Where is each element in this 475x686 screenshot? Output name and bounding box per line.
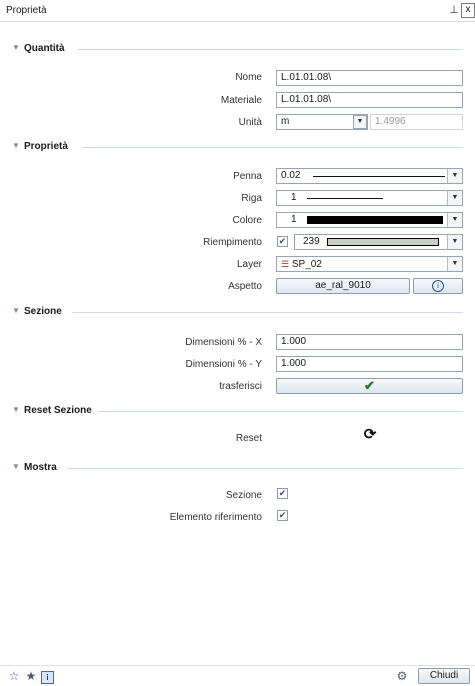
color-swatch <box>307 216 443 224</box>
section-sezione[interactable]: ▼ Sezione <box>0 305 475 319</box>
section-divider <box>78 49 463 50</box>
unita-label: Unità <box>238 117 262 128</box>
section-divider <box>68 468 463 469</box>
materiale-field[interactable]: L.01.01.08\ <box>276 92 463 108</box>
layer-label: Layer <box>236 259 262 270</box>
bottom-toolbar: ☆ ★ i ⚙ Chiudi <box>0 665 475 686</box>
fill-color-swatch <box>327 238 439 246</box>
reset-icon[interactable]: ⟳ <box>362 427 378 443</box>
line-style-sample <box>307 198 383 199</box>
section-reset-sezione[interactable]: ▼ Reset Sezione <box>0 404 475 418</box>
window-title: Proprietà <box>6 5 47 16</box>
penna-value: 0.02 <box>281 170 301 181</box>
layer-combo[interactable]: ☰ SP_02 ▼ <box>276 256 463 272</box>
aspetto-info-button[interactable]: i <box>413 278 463 294</box>
aspetto-label: Aspetto <box>228 281 262 292</box>
title-bar: Proprietà ⊥ x <box>0 0 475 22</box>
info-panel-icon[interactable]: i <box>41 671 54 684</box>
dimx-label: Dimensioni % - X <box>185 337 262 348</box>
dimy-field[interactable]: 1.000 <box>276 356 463 372</box>
colore-combo[interactable]: 1 ▼ <box>276 212 463 228</box>
riga-value: 1 <box>291 192 297 203</box>
penna-label: Penna <box>233 171 262 182</box>
section-mostra[interactable]: ▼ Mostra <box>0 461 475 475</box>
materiale-label: Materiale <box>220 95 262 106</box>
close-icon[interactable]: x <box>461 3 475 18</box>
mostra-sezione-checkbox[interactable]: ✔ <box>277 488 288 499</box>
chevron-down-icon[interactable]: ▼ <box>447 169 462 183</box>
nome-label: Nome <box>235 72 262 83</box>
favorites-open-icon[interactable]: ☆ <box>7 669 21 683</box>
chevron-down-icon[interactable]: ▼ <box>12 141 20 150</box>
mostra-sezione-label: Sezione <box>225 490 262 501</box>
elemento-riferimento-label: Elemento riferimento <box>169 512 262 523</box>
trasferisci-label: trasferisci <box>219 381 262 392</box>
favorites-save-icon[interactable]: ★ <box>24 669 38 683</box>
aspetto-button[interactable]: ae_ral_9010 <box>276 278 410 294</box>
riempimento-combo[interactable]: 239 ▼ <box>294 234 463 250</box>
layer-icon: ☰ <box>281 259 290 269</box>
layer-value: SP_02 <box>291 259 322 270</box>
riempimento-value: 239 <box>303 236 320 247</box>
section-label: Sezione <box>24 306 62 317</box>
penna-combo[interactable]: 0.02 ▼ <box>276 168 463 184</box>
pin-icon[interactable]: ⊥ <box>448 3 460 17</box>
chevron-down-icon[interactable]: ▼ <box>12 405 20 414</box>
checkmark-icon: ✔ <box>364 378 375 393</box>
chevron-down-icon[interactable]: ▼ <box>447 191 462 205</box>
riga-combo[interactable]: 1 ▼ <box>276 190 463 206</box>
section-label: Proprietà <box>24 141 68 152</box>
riga-label: Riga <box>241 193 262 204</box>
unita-readonly-value: 1.4996 <box>370 114 463 130</box>
section-label: Reset Sezione <box>24 405 92 416</box>
chevron-down-icon[interactable]: ▼ <box>447 213 462 227</box>
colore-label: Colore <box>232 215 262 226</box>
dimy-label: Dimensioni % - Y <box>185 359 262 370</box>
section-label: Quantità <box>24 43 65 54</box>
section-quantita[interactable]: ▼ Quantità <box>0 42 475 56</box>
elemento-riferimento-checkbox[interactable]: ✔ <box>277 510 288 521</box>
chevron-down-icon[interactable]: ▼ <box>447 235 462 249</box>
chevron-down-icon[interactable]: ▼ <box>12 306 20 315</box>
info-icon: i <box>432 280 444 292</box>
pen-line-sample <box>313 176 445 177</box>
reset-label: Reset <box>235 433 262 444</box>
chevron-down-icon[interactable]: ▼ <box>12 43 20 52</box>
gear-icon[interactable]: ⚙ <box>395 669 409 683</box>
section-divider <box>98 411 463 412</box>
unita-value: m <box>281 116 290 127</box>
riempimento-checkbox[interactable]: ✔ <box>277 236 288 247</box>
chevron-down-icon[interactable]: ▼ <box>12 462 20 471</box>
riempimento-label: Riempimento <box>203 237 262 248</box>
section-divider <box>72 312 463 313</box>
trasferisci-button[interactable]: ✔ <box>276 378 463 394</box>
section-proprieta[interactable]: ▼ Proprietà <box>0 140 475 154</box>
chevron-down-icon[interactable]: ▼ <box>353 115 367 129</box>
nome-field[interactable]: L.01.01.08\ <box>276 70 463 86</box>
chevron-down-icon[interactable]: ▼ <box>447 257 462 271</box>
section-label: Mostra <box>24 462 57 473</box>
colore-value: 1 <box>291 214 297 225</box>
close-button[interactable]: Chiudi <box>418 668 470 684</box>
dimx-field[interactable]: 1.000 <box>276 334 463 350</box>
section-divider <box>82 147 463 148</box>
